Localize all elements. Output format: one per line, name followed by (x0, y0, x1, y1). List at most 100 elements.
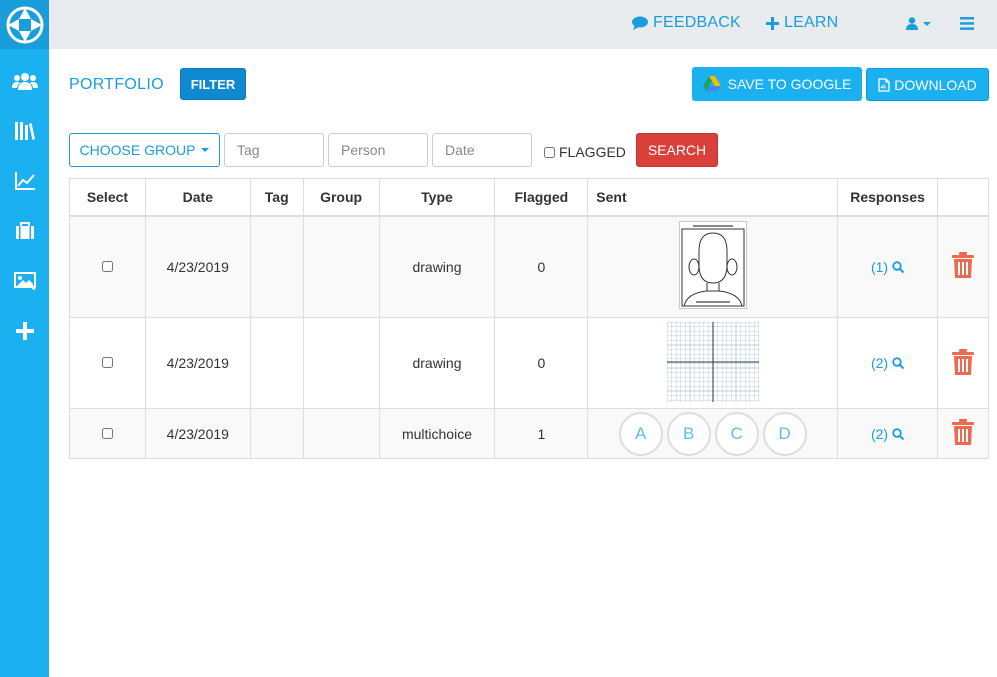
header-flagged[interactable]: Flagged (494, 178, 589, 217)
choice-c[interactable]: C (714, 411, 759, 456)
type-cell: drawing (378, 317, 496, 409)
sent-cell: A B C D (587, 408, 839, 459)
select-cell (69, 215, 146, 318)
file-pdf-icon (878, 77, 890, 92)
sent-cell (587, 317, 839, 409)
responses-cell: (2) (837, 317, 939, 409)
main-content: PORTFOLIO FILTER SAVE TO GOOGLE DOWNLOAD… (49, 49, 997, 677)
responses-cell: (2) (837, 408, 939, 459)
group-cell (302, 408, 380, 459)
flagged-cell: 0 (494, 317, 589, 409)
plus-icon (766, 16, 779, 30)
sidebar (0, 0, 49, 677)
responses-count: (2) (870, 425, 889, 442)
responses-link[interactable]: (2) (870, 425, 905, 442)
trash-icon[interactable] (952, 419, 974, 445)
flagged-label: FLAGGED (559, 144, 626, 160)
portfolio-table: Select Date Tag Group Type Flagged Sent … (69, 178, 989, 459)
save-to-google-label: SAVE TO GOOGLE (727, 76, 852, 92)
search-icon (892, 427, 905, 440)
type-cell: multichoice (378, 408, 496, 459)
comment-icon (632, 16, 648, 30)
choose-group-dropdown[interactable]: CHOOSE GROUP (69, 133, 220, 167)
flagged-cell: 1 (494, 408, 589, 459)
menu-button[interactable] (960, 17, 974, 30)
actions-cell (937, 317, 989, 409)
users-icon (11, 73, 38, 90)
responses-count: (2) (870, 355, 889, 371)
sent-cell (587, 215, 839, 318)
choice-options: A B C D (588, 411, 837, 456)
chart-line-icon (14, 172, 35, 190)
responses-count: (1) (870, 258, 889, 275)
header-type[interactable]: Type (378, 178, 496, 217)
user-menu[interactable] (906, 17, 931, 30)
header-tag[interactable]: Tag (249, 178, 304, 217)
logo-icon (6, 6, 43, 43)
download-button[interactable]: DOWNLOAD (866, 68, 989, 101)
hamburger-icon (960, 17, 974, 30)
flagged-filter: FLAGGED (544, 144, 626, 160)
download-label: DOWNLOAD (894, 76, 977, 93)
search-icon (892, 261, 905, 273)
responses-link[interactable]: (2) (870, 355, 905, 371)
search-button[interactable]: SEARCH (636, 133, 718, 167)
date-cell: 4/23/2019 (144, 215, 251, 318)
choice-d[interactable]: D (762, 411, 807, 456)
select-cell (69, 317, 146, 409)
date-cell: 4/23/2019 (144, 317, 251, 409)
sidebar-item-reports[interactable] (0, 156, 49, 206)
choice-a[interactable]: A (618, 411, 663, 456)
sidebar-item-groups[interactable] (0, 56, 49, 106)
table-row: 4/23/2019 drawing 0 (2) (69, 317, 989, 409)
tag-input[interactable] (224, 133, 324, 167)
header-select[interactable]: Select (69, 178, 146, 217)
actions-cell (937, 408, 989, 459)
choice-b[interactable]: B (666, 411, 711, 456)
table-row: 4/23/2019 multichoice 1 A B C D (2) (69, 408, 989, 459)
table-header-row: Select Date Tag Group Type Flagged Sent … (69, 178, 989, 217)
google-drive-icon (702, 76, 721, 91)
header-sent[interactable]: Sent (587, 178, 839, 217)
row-checkbox[interactable] (101, 357, 113, 368)
choose-group-label: CHOOSE GROUP (79, 142, 196, 158)
responses-link[interactable]: (1) (870, 258, 905, 275)
trash-icon[interactable] (952, 252, 974, 279)
sidebar-item-library[interactable] (0, 106, 49, 156)
face-drawing-thumbnail[interactable] (678, 221, 747, 309)
feedback-label: FEEDBACK (653, 14, 741, 31)
sidebar-item-portfolio[interactable] (0, 206, 49, 256)
library-icon (14, 122, 35, 140)
person-input[interactable] (328, 133, 428, 167)
caret-down-icon (201, 148, 210, 152)
row-checkbox[interactable] (101, 427, 113, 439)
trash-icon[interactable] (952, 348, 974, 375)
tag-cell (249, 215, 304, 318)
flagged-checkbox[interactable] (544, 146, 555, 158)
filter-button[interactable]: FILTER (180, 68, 246, 100)
tag-cell (249, 408, 304, 459)
responses-cell: (1) (837, 215, 939, 318)
user-icon (906, 17, 918, 30)
group-cell (302, 215, 380, 318)
row-checkbox[interactable] (101, 260, 113, 272)
type-cell: drawing (378, 215, 496, 318)
header-group[interactable]: Group (302, 178, 380, 217)
header-responses[interactable]: Responses (837, 178, 939, 217)
feedback-link[interactable]: FEEDBACK (632, 14, 741, 32)
sidebar-item-present[interactable] (0, 256, 49, 306)
actions-cell (937, 215, 989, 318)
plus-icon (15, 322, 34, 340)
flagged-cell: 0 (494, 215, 589, 318)
save-to-google-button[interactable]: SAVE TO GOOGLE (692, 67, 862, 101)
learn-link[interactable]: LEARN (766, 14, 838, 32)
header-date[interactable]: Date (144, 178, 251, 217)
header-actions (937, 178, 989, 217)
app-logo[interactable] (0, 0, 49, 49)
image-icon (13, 272, 36, 290)
tag-cell (249, 317, 304, 409)
select-cell (69, 408, 146, 459)
graph-grid-thumbnail[interactable] (666, 321, 759, 402)
sidebar-item-add[interactable] (0, 306, 49, 356)
date-input[interactable] (432, 133, 532, 167)
